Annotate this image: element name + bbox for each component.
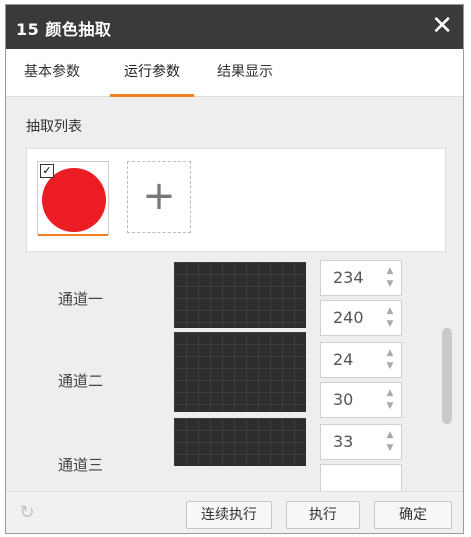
execute-button[interactable]: 执行: [286, 501, 360, 529]
spinbox-arrows[interactable]: ▲ ▼: [385, 429, 395, 455]
run-params-panel: 抽取列表 ✓ + 通道一 234 ▲ ▼ 240 ▲ ▼ 通道二 24 ▲ ▼ …: [6, 98, 463, 492]
dialog-footer: ↻ 连续执行 执行 确定: [6, 491, 463, 533]
arrow-up-icon[interactable]: ▲: [385, 265, 395, 278]
arrow-down-icon[interactable]: ▼: [385, 400, 395, 413]
spinbox-value: 30: [333, 390, 354, 409]
refresh-icon[interactable]: ↻: [16, 502, 38, 524]
spinbox-arrows[interactable]: ▲ ▼: [385, 347, 395, 373]
channel-1-histogram[interactable]: [174, 262, 306, 328]
channel-label-1: 通道一: [58, 290, 104, 308]
close-icon[interactable]: ✕: [431, 11, 453, 41]
spinbox-value: 240: [333, 308, 364, 327]
plus-icon: +: [142, 173, 176, 219]
selected-indicator: [38, 234, 108, 236]
spinbox-value: 234: [333, 268, 364, 287]
channel-3-max-spinbox[interactable]: [320, 464, 402, 492]
channel-label-2: 通道二: [58, 372, 104, 390]
add-color-button[interactable]: +: [127, 161, 191, 233]
title-bar: 15 颜色抽取 ✕: [6, 5, 463, 49]
channel-1-min-spinbox[interactable]: 234 ▲ ▼: [320, 260, 402, 296]
tab-basic-params[interactable]: 基本参数: [14, 49, 90, 97]
tab-run-params[interactable]: 运行参数: [110, 49, 194, 97]
channel-2-histogram[interactable]: [174, 332, 306, 412]
arrow-up-icon[interactable]: ▲: [385, 387, 395, 400]
color-item[interactable]: ✓: [37, 161, 109, 236]
arrow-up-icon[interactable]: ▲: [385, 429, 395, 442]
channel-3-histogram[interactable]: [174, 418, 306, 466]
channel-label-3: 通道三: [58, 456, 104, 474]
spinbox-arrows[interactable]: ▲ ▼: [385, 265, 395, 291]
color-extract-dialog: 15 颜色抽取 ✕ 基本参数 运行参数 结果显示 抽取列表 ✓ + 通道一 23…: [5, 4, 464, 534]
arrow-up-icon[interactable]: ▲: [385, 347, 395, 360]
arrow-down-icon[interactable]: ▼: [385, 360, 395, 373]
channel-3-min-spinbox[interactable]: 33 ▲ ▼: [320, 424, 402, 460]
arrow-down-icon[interactable]: ▼: [385, 278, 395, 291]
arrow-up-icon[interactable]: ▲: [385, 305, 395, 318]
extract-list: ✓ +: [26, 148, 446, 252]
continuous-execute-button[interactable]: 连续执行: [186, 501, 272, 529]
extract-list-title: 抽取列表: [26, 119, 82, 135]
spinbox-arrows[interactable]: ▲ ▼: [385, 305, 395, 331]
window-title: 15 颜色抽取: [16, 20, 112, 39]
channel-2-min-spinbox[interactable]: 24 ▲ ▼: [320, 342, 402, 378]
arrow-down-icon[interactable]: ▼: [385, 442, 395, 455]
spinbox-arrows[interactable]: ▲ ▼: [385, 387, 395, 413]
channel-2-max-spinbox[interactable]: 30 ▲ ▼: [320, 382, 402, 418]
channel-1-max-spinbox[interactable]: 240 ▲ ▼: [320, 300, 402, 336]
arrow-down-icon[interactable]: ▼: [385, 318, 395, 331]
tab-result-display[interactable]: 结果显示: [206, 49, 284, 97]
confirm-button[interactable]: 确定: [374, 501, 452, 529]
spinbox-value: 24: [333, 350, 354, 369]
item-checkbox[interactable]: ✓: [40, 164, 54, 178]
tab-bar: 基本参数 运行参数 结果显示: [6, 49, 463, 97]
vertical-scrollbar[interactable]: [442, 328, 452, 424]
spinbox-value: 33: [333, 432, 354, 451]
